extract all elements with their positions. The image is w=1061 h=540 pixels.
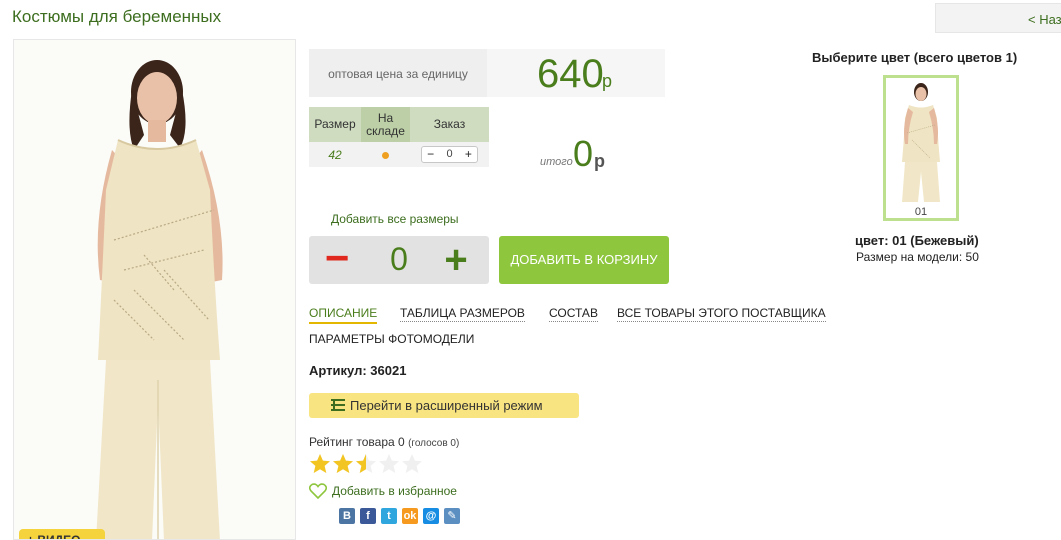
model-size: Размер на модели: 50 [856,250,979,264]
rating-label: Рейтинг товара [309,435,395,449]
article-label: Артикул: [309,363,367,378]
size-cell: 42 [309,142,361,167]
selected-color-name: цвет: 01 (Бежевый) [855,233,979,248]
quantity-plus-button[interactable]: + [439,236,473,284]
color-select-title: Выберите цвет (всего цветов 1) [812,50,1018,65]
quantity-value[interactable]: 0 [384,241,414,278]
favorites-label: Добавить в избранное [332,484,457,498]
order-qty-stepper: − 0 + [421,146,478,163]
tab-size-chart[interactable]: ТАБЛИЦА РАЗМЕРОВ [400,306,525,322]
vk-icon[interactable]: В [339,508,355,524]
order-qty-value[interactable]: 0 [439,147,460,162]
tab-model-params[interactable]: ПАРАМЕТРЫ ФОТОМОДЕЛИ [309,332,474,346]
star-icon[interactable] [309,453,331,475]
product-photo[interactable]: + ВИДЕО [13,39,296,540]
thumbnail-figure [902,83,940,202]
video-badge[interactable]: + ВИДЕО [19,529,105,539]
tab-description[interactable]: ОПИСАНИЕ [309,306,378,324]
order-plus-button[interactable]: + [460,147,477,162]
tab-supplier-products[interactable]: ВСЕ ТОВАРЫ ЭТОГО ПОСТАВЩИКА [617,306,826,322]
price-currency: р [602,71,613,91]
wholesale-price: 640 р [487,49,665,97]
order-header: Заказ [410,107,489,142]
quantity-minus-button[interactable]: − [323,236,351,284]
total-label: итого [540,156,573,168]
mail-ru-icon[interactable]: @ [423,508,439,524]
tab-composition[interactable]: СОСТАВ [549,306,598,322]
twitter-icon[interactable]: t [381,508,397,524]
advanced-mode-button[interactable]: Перейти в расширенный режим [309,393,579,418]
color-thumbnail[interactable]: 01 [883,75,959,221]
rating-votes: (голосов 0) [408,438,460,449]
advanced-mode-label: Перейти в расширенный режим [350,398,543,413]
quantity-stepper: − 0 + [309,236,489,284]
total-currency: р [594,151,605,171]
wholesale-price-label: оптовая цена за единицу [309,49,487,97]
star-icon[interactable] [332,453,354,475]
list-icon [331,399,345,411]
model-figure [14,40,295,539]
odnoklassniki-icon[interactable]: ok [402,508,418,524]
order-minus-button[interactable]: − [422,147,439,162]
product-rating: Рейтинг товара 0 (голосов 0) [309,435,459,449]
livejournal-icon[interactable]: ✎ [444,508,460,524]
add-to-cart-button[interactable]: ДОБАВИТЬ В КОРЗИНУ [499,236,669,284]
article-number: Артикул: 36021 [309,363,406,378]
size-table: Размер На складе Заказ 42 − 0 + [309,107,489,167]
facebook-icon[interactable]: f [360,508,376,524]
article-value: 36021 [370,363,407,378]
in-stock-dot-icon [382,151,389,159]
stock-header: На складе [361,107,410,142]
price-value: 640 [537,52,604,96]
order-cell: − 0 + [410,142,489,167]
page-title: Костюмы для беременных [12,7,222,26]
rating-value: 0 [398,435,405,449]
star-icon[interactable] [355,453,377,475]
add-all-sizes-link[interactable]: Добавить все размеры [331,212,459,226]
star-icon[interactable] [401,453,423,475]
size-header: Размер [309,107,361,142]
stock-cell [361,142,410,167]
total-value: 0 [573,133,594,174]
star-icon[interactable] [378,453,400,475]
color-code: 01 [914,206,928,218]
heart-icon [309,483,327,499]
table-row: 42 − 0 + [309,142,489,167]
back-link[interactable]: < Назад [935,3,1061,33]
